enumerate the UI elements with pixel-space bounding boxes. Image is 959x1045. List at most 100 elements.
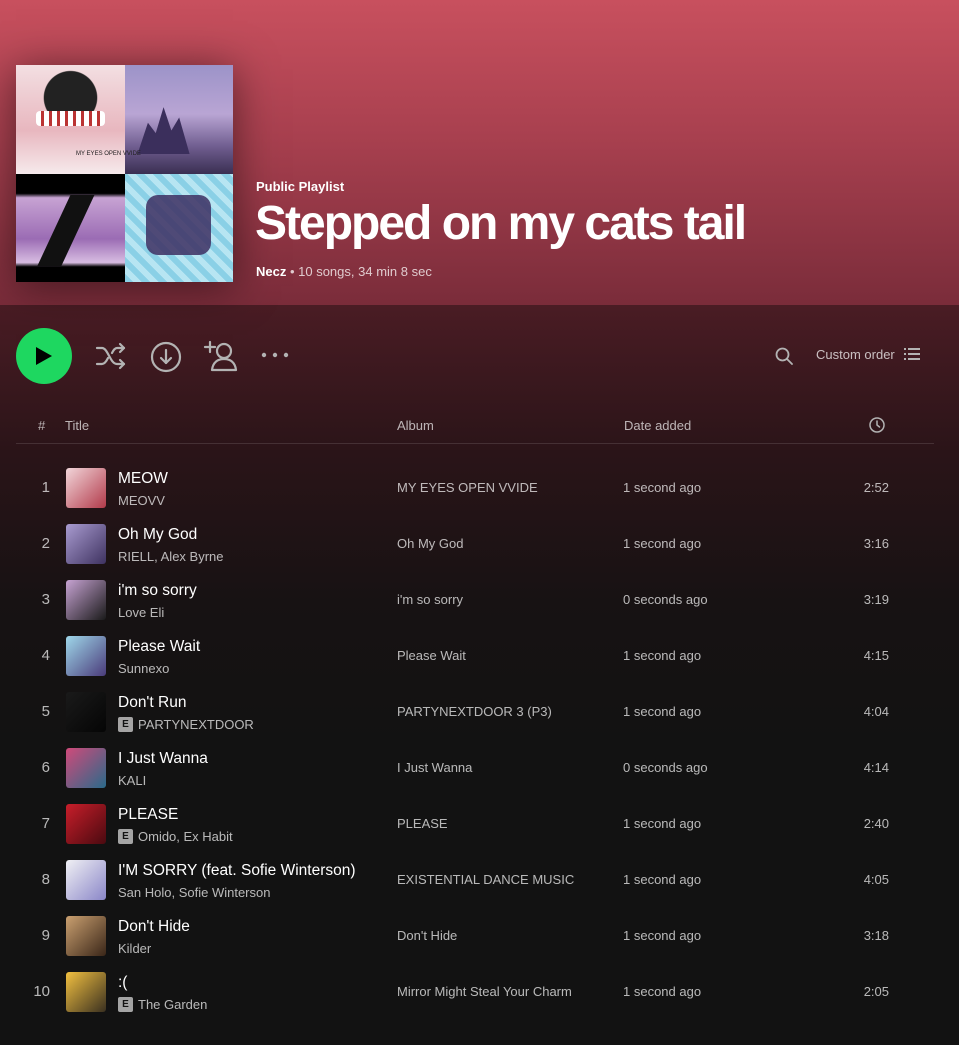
column-duration[interactable] bbox=[869, 417, 885, 436]
cover-tile-3 bbox=[16, 173, 125, 282]
track-album-link[interactable]: Please Wait bbox=[397, 648, 466, 663]
track-number: 3 bbox=[41, 591, 50, 608]
track-album-link[interactable]: i'm so sorry bbox=[397, 592, 463, 607]
track-date-added: 1 second ago bbox=[623, 872, 702, 887]
track-album-link[interactable]: PLEASE bbox=[397, 816, 448, 831]
track-duration: 4:05 bbox=[863, 872, 889, 887]
track-artwork bbox=[66, 748, 106, 788]
add-user-icon bbox=[203, 340, 238, 372]
track-album-link[interactable]: Oh My God bbox=[397, 536, 463, 551]
track-artist: Kilder bbox=[118, 941, 151, 956]
track-duration: 3:18 bbox=[863, 928, 889, 943]
track-duration: 4:14 bbox=[863, 760, 889, 775]
track-artwork bbox=[66, 916, 106, 956]
track-artist-link[interactable]: Sunnexo bbox=[118, 661, 169, 676]
track-title-link[interactable]: I'M SORRY (feat. Sofie Winterson) bbox=[118, 862, 356, 880]
track-artist: RIELL, Alex Byrne bbox=[118, 549, 224, 564]
track-list: 1 MEOW MEOVV MY EYES OPEN VVIDE 1 second ago… bbox=[16, 460, 934, 1020]
track-row[interactable]: 7 PLEASE E Omido, Ex Habit PLEASE 1 second ag… bbox=[16, 796, 934, 852]
track-number: 7 bbox=[41, 815, 50, 832]
track-date-added: 0 seconds ago bbox=[623, 592, 708, 607]
track-date-added: 1 second ago bbox=[623, 480, 702, 495]
track-artist-link[interactable]: San Holo, Sofie Winterson bbox=[118, 885, 270, 900]
track-duration: 4:04 bbox=[863, 704, 889, 719]
sort-label: Custom order bbox=[816, 347, 895, 362]
column-album[interactable]: Album bbox=[397, 418, 434, 433]
track-artist-link[interactable]: Omido, Ex Habit bbox=[138, 829, 233, 844]
track-album-link[interactable]: Mirror Might Steal Your Charm bbox=[397, 984, 572, 999]
playlist-type-label: Public Playlist bbox=[256, 179, 345, 194]
track-artist: Love Eli bbox=[118, 605, 164, 620]
track-number: 2 bbox=[41, 535, 50, 552]
track-artwork bbox=[66, 636, 106, 676]
track-row[interactable]: 5 Don't Run E PARTYNEXTDOOR PARTYNEXTDOOR 3 … bbox=[16, 684, 934, 740]
playlist-meta: Necz • 10 songs, 34 min 8 sec bbox=[256, 264, 432, 279]
track-title-link[interactable]: i'm so sorry bbox=[118, 582, 197, 600]
track-duration: 3:19 bbox=[863, 592, 889, 607]
download-button[interactable] bbox=[149, 340, 183, 374]
track-artwork bbox=[66, 524, 106, 564]
track-artist-link[interactable]: Kilder bbox=[118, 941, 151, 956]
track-artist-link[interactable]: The Garden bbox=[138, 997, 207, 1012]
track-artwork bbox=[66, 468, 106, 508]
track-album-link[interactable]: EXISTENTIAL DANCE MUSIC bbox=[397, 872, 574, 887]
more-icon bbox=[261, 352, 289, 358]
track-artist-link[interactable]: RIELL, Alex Byrne bbox=[118, 549, 224, 564]
track-artist: Sunnexo bbox=[118, 661, 169, 676]
playlist-title[interactable]: Stepped on my cats tail bbox=[255, 196, 747, 251]
explicit-badge: E bbox=[118, 717, 133, 732]
column-date-added[interactable]: Date added bbox=[624, 418, 691, 433]
more-options-button[interactable] bbox=[259, 343, 291, 367]
track-artist-link[interactable]: PARTYNEXTDOOR bbox=[138, 717, 254, 732]
track-artist: San Holo, Sofie Winterson bbox=[118, 885, 270, 900]
playlist-owner-link[interactable]: Necz bbox=[256, 264, 286, 279]
explicit-badge: E bbox=[118, 829, 133, 844]
track-artist-link[interactable]: MEOVV bbox=[118, 493, 165, 508]
track-row[interactable]: 4 Please Wait Sunnexo Please Wait 1 second a… bbox=[16, 628, 934, 684]
track-artist: E The Garden bbox=[118, 997, 207, 1012]
track-title-link[interactable]: PLEASE bbox=[118, 806, 178, 824]
track-album-link[interactable]: PARTYNEXTDOOR 3 (P3) bbox=[397, 704, 552, 719]
playlist-cover[interactable]: MY EYES OPEN VVIDE bbox=[16, 65, 233, 282]
track-row[interactable]: 3 i'm so sorry Love Eli i'm so sorry 0 secon… bbox=[16, 572, 934, 628]
track-title-link[interactable]: :( bbox=[118, 974, 127, 992]
sort-dropdown[interactable]: Custom order bbox=[816, 347, 921, 362]
track-number: 8 bbox=[41, 871, 50, 888]
track-row[interactable]: 6 I Just Wanna KALI I Just Wanna 0 seconds a… bbox=[16, 740, 934, 796]
shuffle-button[interactable] bbox=[94, 340, 128, 372]
track-date-added: 1 second ago bbox=[623, 984, 702, 999]
track-row[interactable]: 9 Don't Hide Kilder Don't Hide 1 second ago 3… bbox=[16, 908, 934, 964]
track-artist-link[interactable]: Love Eli bbox=[118, 605, 164, 620]
search-icon bbox=[775, 347, 793, 365]
track-number: 5 bbox=[41, 703, 50, 720]
track-duration: 2:40 bbox=[863, 816, 889, 831]
column-number: # bbox=[38, 418, 46, 433]
track-number: 6 bbox=[41, 759, 50, 776]
track-row[interactable]: 2 Oh My God RIELL, Alex Byrne Oh My God 1 se… bbox=[16, 516, 934, 572]
track-album-link[interactable]: I Just Wanna bbox=[397, 760, 472, 775]
track-row[interactable]: 10:(E The Garden Mirror Might Steal Your C… bbox=[16, 964, 934, 1020]
track-artwork bbox=[66, 860, 106, 900]
track-album-link[interactable]: MY EYES OPEN VVIDE bbox=[397, 480, 538, 495]
track-title-link[interactable]: Oh My God bbox=[118, 526, 197, 544]
play-button[interactable] bbox=[16, 328, 72, 384]
track-artist-link[interactable]: KALI bbox=[118, 773, 146, 788]
track-title-link[interactable]: Please Wait bbox=[118, 638, 200, 656]
track-table-header: # Title Album Date added bbox=[16, 413, 934, 444]
invite-collaborator-button[interactable] bbox=[203, 338, 239, 374]
track-album-link[interactable]: Don't Hide bbox=[397, 928, 457, 943]
track-artwork bbox=[66, 692, 106, 732]
track-title-link[interactable]: MEOW bbox=[118, 470, 168, 488]
track-row[interactable]: 8 I'M SORRY (feat. Sofie Winterson) San Ho… bbox=[16, 852, 934, 908]
track-date-added: 1 second ago bbox=[623, 648, 702, 663]
track-number: 1 bbox=[41, 479, 50, 496]
track-title-link[interactable]: Don't Run bbox=[118, 694, 186, 712]
action-bar: Custom order bbox=[0, 325, 959, 387]
track-row[interactable]: 1 MEOW MEOVV MY EYES OPEN VVIDE 1 second ago… bbox=[16, 460, 934, 516]
explicit-badge: E bbox=[118, 997, 133, 1012]
track-title-link[interactable]: I Just Wanna bbox=[118, 750, 208, 768]
shuffle-icon bbox=[95, 342, 126, 370]
column-title[interactable]: Title bbox=[65, 418, 89, 433]
track-title-link[interactable]: Don't Hide bbox=[118, 918, 190, 936]
search-in-playlist-button[interactable] bbox=[772, 344, 796, 368]
